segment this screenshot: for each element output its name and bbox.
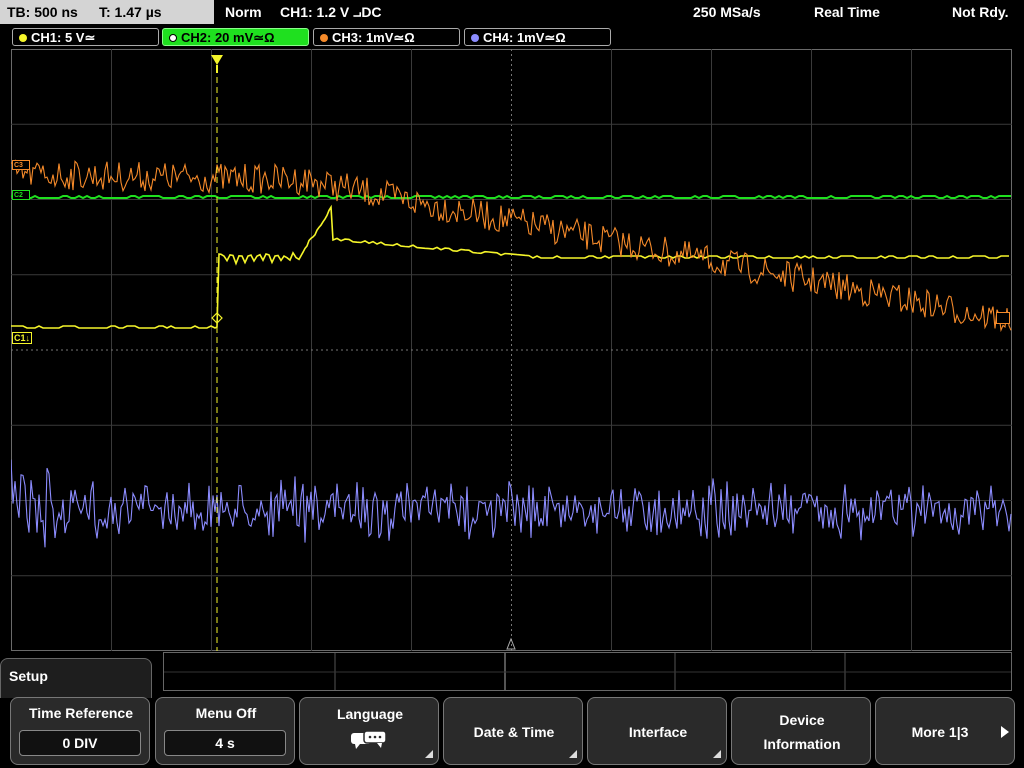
- channel-tab-2[interactable]: CH2: 20 mV≃Ω: [162, 28, 309, 46]
- chevron-right-icon: [1001, 726, 1009, 738]
- submenu-indicator-icon: [425, 750, 433, 758]
- timebase-panel[interactable]: TB: 500 ns T: 1.47 µs: [0, 0, 214, 24]
- sample-rate: 250 MSa/s: [693, 4, 761, 20]
- ch2-ground-marker[interactable]: C2: [12, 190, 30, 200]
- time-reference-label: Time Reference: [28, 705, 133, 721]
- time-reference-value: 0 DIV: [19, 730, 141, 756]
- channel-tab-3[interactable]: CH3: 1mV≃Ω: [313, 28, 460, 46]
- trigger-status: Not Rdy.: [952, 4, 1009, 20]
- interface-label: Interface: [628, 724, 688, 740]
- speech-bubbles-icon: [351, 730, 387, 749]
- submenu-indicator-icon: [713, 750, 721, 758]
- channel-tab-4[interactable]: CH4: 1mV≃Ω: [464, 28, 611, 46]
- date-time-label: Date & Time: [473, 724, 555, 740]
- ch1-dot-icon: [19, 34, 27, 42]
- menu-title: Setup: [9, 668, 48, 684]
- menu-off-softkey[interactable]: Menu Off 4 s: [155, 697, 295, 765]
- channel-2-label: CH2: 20 mV≃Ω: [181, 30, 275, 45]
- ch3-ground-marker[interactable]: C3: [12, 160, 30, 170]
- menu-off-label: Menu Off: [195, 705, 257, 721]
- channel-tab-1[interactable]: CH1: 5 V≃: [12, 28, 159, 46]
- status-bar: TB: 500 ns T: 1.47 µs Norm CH1: 1.2 V ⨼D…: [0, 0, 1024, 25]
- more-softkey[interactable]: More 1|3: [875, 697, 1015, 765]
- zoom-graticule: [163, 652, 1012, 691]
- submenu-indicator-icon: [569, 750, 577, 758]
- device-information-label-1: Device: [779, 712, 825, 728]
- timebase-readout: TB: 500 ns: [7, 4, 78, 20]
- interface-softkey[interactable]: Interface: [587, 697, 727, 765]
- ch4-dot-icon: [471, 34, 479, 42]
- ch1-ground-marker[interactable]: C1↓: [12, 332, 33, 344]
- acquisition-mode[interactable]: Real Time: [814, 0, 880, 24]
- ch2-dot-icon: [169, 34, 177, 42]
- trigger-mode[interactable]: Norm: [225, 0, 262, 24]
- channel-3-label: CH3: 1mV≃Ω: [332, 30, 415, 45]
- menu-off-value: 4 s: [164, 730, 286, 756]
- device-information-label-2: Information: [763, 736, 841, 752]
- waveform-display[interactable]: [11, 49, 1012, 651]
- trigger-time-readout: T: 1.47 µs: [99, 4, 162, 20]
- language-softkey[interactable]: Language: [299, 697, 439, 765]
- channel-4-label: CH4: 1mV≃Ω: [483, 30, 566, 45]
- trigger-source[interactable]: CH1: 1.2 V ⨼DC: [280, 0, 382, 24]
- ch3-offset-marker-icon[interactable]: [996, 312, 1010, 324]
- channel-1-label: CH1: 5 V≃: [31, 30, 96, 45]
- language-label: Language: [336, 706, 404, 722]
- device-information-softkey[interactable]: Device Information: [731, 697, 871, 765]
- date-time-softkey[interactable]: Date & Time: [443, 697, 583, 765]
- ch3-dot-icon: [320, 34, 328, 42]
- more-label: More 1|3: [911, 724, 969, 740]
- time-reference-softkey[interactable]: Time Reference 0 DIV: [10, 697, 150, 765]
